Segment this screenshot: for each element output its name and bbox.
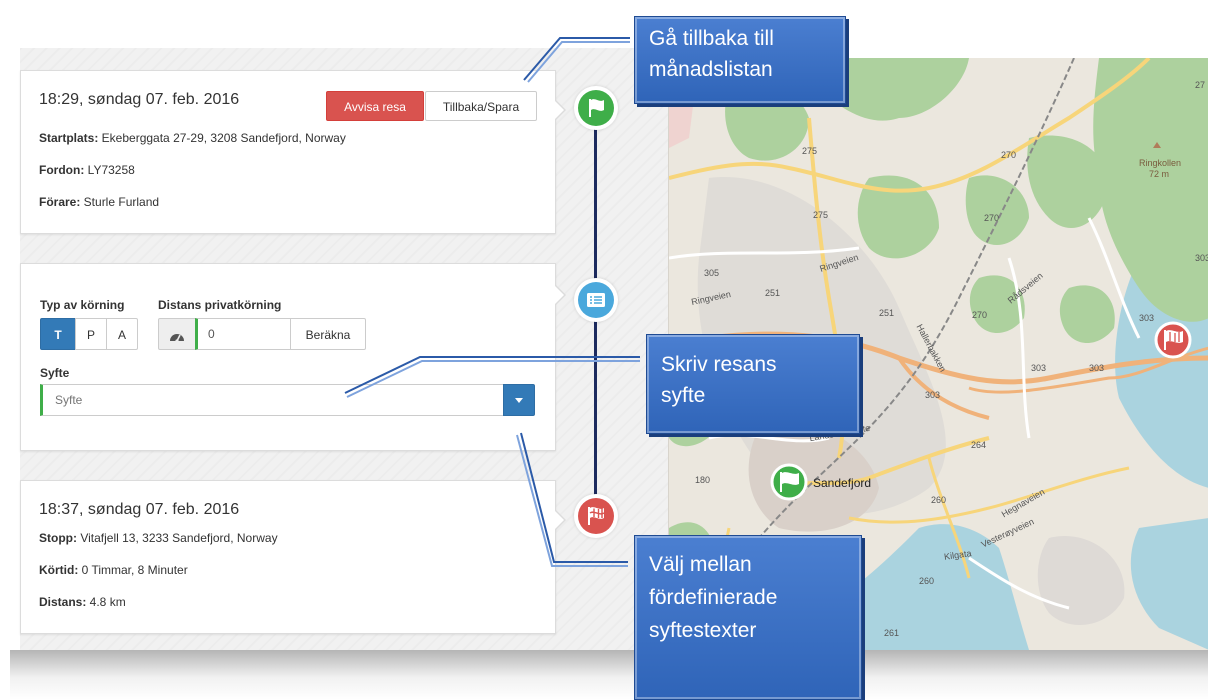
map-hill-label: Ringkollen bbox=[1139, 158, 1182, 168]
list-icon bbox=[587, 293, 605, 307]
calculate-button[interactable]: Beräkna bbox=[290, 318, 366, 350]
callout-choose-predefined: Välj mellan fördefinierade syftestexter bbox=[634, 535, 862, 700]
map-road-label: 303 bbox=[925, 390, 941, 400]
callout-write-purpose: Skriv resans syfte bbox=[646, 334, 860, 434]
distance: Distans: 4.8 km bbox=[39, 595, 126, 609]
map-road-label: 303 bbox=[1031, 363, 1047, 373]
timeline-start-node bbox=[578, 90, 614, 126]
drive-time: Körtid: 0 Timmar, 8 Minuter bbox=[39, 563, 188, 577]
page-bottom-shadow bbox=[10, 650, 1208, 700]
driver-label: Förare: bbox=[39, 195, 81, 209]
map-road-label: 27 bbox=[1195, 80, 1206, 90]
trip-type-p-button[interactable]: P bbox=[75, 318, 107, 350]
trip-stop-card: 18:37, søndag 07. feb. 2016 Stopp: Vitaf… bbox=[20, 480, 566, 634]
distance-addon bbox=[158, 318, 196, 350]
driver: Förare: Sturle Furland bbox=[39, 195, 159, 209]
caret-down-icon bbox=[515, 398, 523, 403]
map-stop-marker-icon[interactable] bbox=[1154, 321, 1192, 359]
map-road-label: 260 bbox=[931, 495, 947, 505]
vehicle-label: Fordon: bbox=[39, 163, 85, 177]
stop-location-label: Stopp: bbox=[39, 531, 77, 545]
callout-text-line: fördefinierade bbox=[649, 586, 778, 609]
map-start-marker-icon[interactable] bbox=[770, 463, 808, 501]
stop-time: 18:37, søndag 07. feb. 2016 bbox=[39, 501, 240, 518]
vehicle: Fordon: LY73258 bbox=[39, 163, 135, 177]
map-road-label: 275 bbox=[813, 210, 829, 220]
map-road-label: 303 bbox=[1139, 313, 1155, 323]
map-road-label: 270 bbox=[972, 310, 988, 320]
card-pointer bbox=[554, 509, 566, 531]
purpose-input[interactable] bbox=[40, 384, 504, 416]
map-city-label: Sandefjord bbox=[813, 476, 872, 490]
start-location-value: Ekeberggata 27-29, 3208 Sandefjord, Norw… bbox=[98, 131, 346, 145]
distance-value: 4.8 km bbox=[86, 595, 126, 609]
drive-time-value: 0 Timmar, 8 Minuter bbox=[78, 563, 188, 577]
trip-form-card bbox=[20, 263, 566, 451]
driver-value: Sturle Furland bbox=[80, 195, 160, 209]
map-road-label: 270 bbox=[984, 213, 1000, 223]
trip-type-t-button[interactable]: T bbox=[40, 318, 76, 350]
screenshot-stage: Sandefjord Ringkollen 72 m 275 275 270 2… bbox=[0, 0, 1208, 700]
checkered-flag-icon bbox=[588, 507, 605, 525]
card-pointer bbox=[554, 99, 566, 121]
map-road-label: 260 bbox=[919, 576, 935, 586]
speedometer-icon bbox=[170, 333, 184, 343]
start-location: Startplats: Ekeberggata 27-29, 3208 Sand… bbox=[39, 131, 346, 145]
purpose-dropdown-button[interactable] bbox=[503, 384, 535, 416]
private-distance-label: Distans privatkörning bbox=[158, 298, 282, 312]
start-location-label: Startplats: bbox=[39, 131, 99, 145]
callout-back-to-month-list: Gå tillbaka till månadslistan bbox=[634, 16, 846, 104]
callout-text-line: Välj mellan bbox=[649, 553, 752, 576]
stop-location: Stopp: Vitafjell 13, 3233 Sandefjord, No… bbox=[39, 531, 278, 545]
card-pointer bbox=[554, 284, 566, 306]
reject-trip-button[interactable]: Avvisa resa bbox=[326, 91, 424, 121]
purpose-label: Syfte bbox=[40, 366, 70, 380]
stop-location-value: Vitafjell 13, 3233 Sandefjord, Norway bbox=[77, 531, 278, 545]
trip-type-label: Typ av körning bbox=[40, 298, 125, 312]
map-hill-height: 72 m bbox=[1149, 169, 1170, 179]
back-save-button[interactable]: Tillbaka/Spara bbox=[425, 91, 537, 121]
trip-type-a-button[interactable]: A bbox=[106, 318, 138, 350]
map-road-label: 303 bbox=[1195, 253, 1208, 263]
map-road-label: 264 bbox=[971, 440, 987, 450]
callout-text-line: månadslistan bbox=[649, 58, 773, 81]
drive-time-label: Körtid: bbox=[39, 563, 79, 577]
callout-text-line: Skriv resans bbox=[661, 353, 777, 376]
timeline-form-node bbox=[578, 282, 614, 318]
map-road-label: 303 bbox=[1089, 363, 1105, 373]
map-road-label: 305 bbox=[704, 268, 720, 278]
private-distance-input[interactable] bbox=[195, 318, 291, 350]
trip-start-card: 18:29, søndag 07. feb. 2016 Avvisa resa … bbox=[20, 70, 566, 234]
callout-text-line: syftestexter bbox=[649, 619, 757, 642]
start-time: 18:29, søndag 07. feb. 2016 bbox=[39, 91, 240, 108]
callout-text-line: syfte bbox=[661, 384, 706, 407]
timeline-stop-node bbox=[578, 498, 614, 534]
map-road-label: 180 bbox=[695, 475, 711, 485]
callout-text-line: Gå tillbaka till bbox=[649, 27, 774, 50]
map-road-label: 251 bbox=[765, 288, 781, 298]
map-road-label: 275 bbox=[802, 146, 818, 156]
flag-icon bbox=[589, 99, 604, 117]
map-road-label: 261 bbox=[884, 628, 900, 638]
map-road-label: 270 bbox=[1001, 150, 1017, 160]
distance-label: Distans: bbox=[39, 595, 87, 609]
map-road-label: 251 bbox=[879, 308, 895, 318]
vehicle-value: LY73258 bbox=[84, 163, 135, 177]
